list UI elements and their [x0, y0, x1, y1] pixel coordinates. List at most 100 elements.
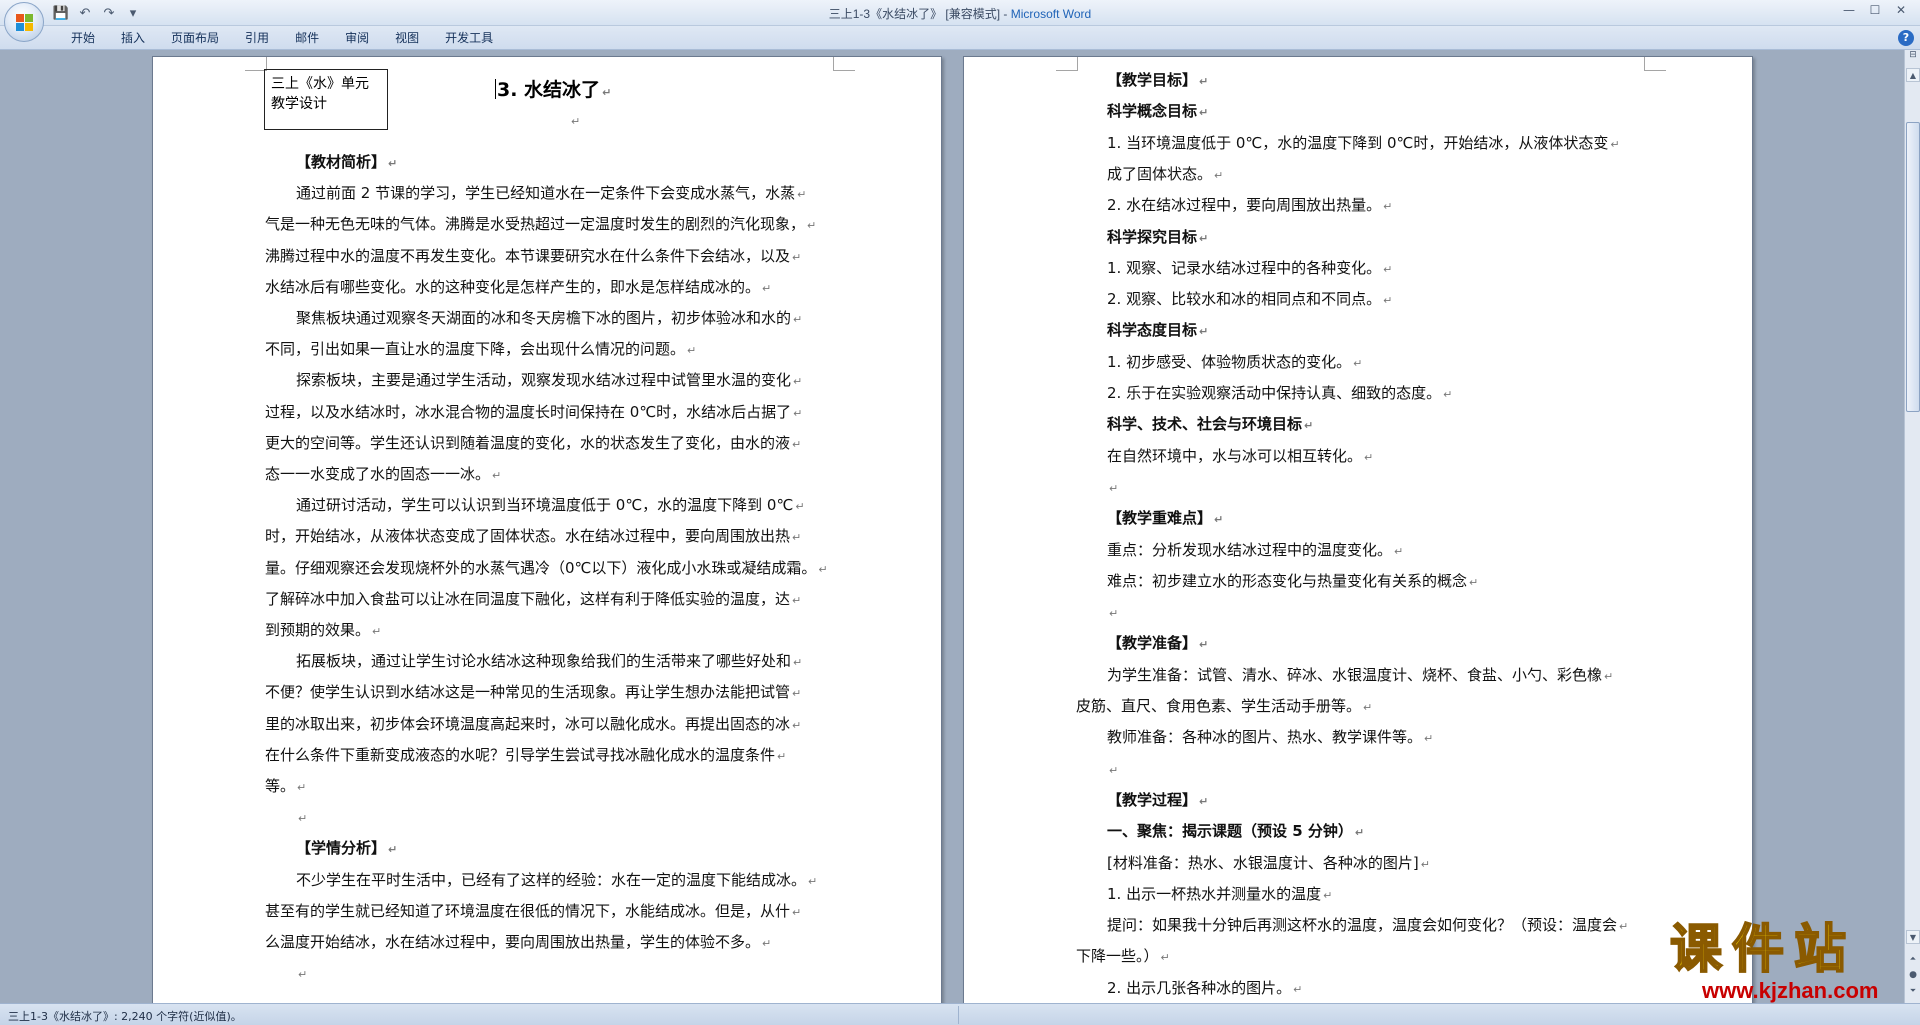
body-text-line: 2. 出示几张各种冰的图片。 ↵: [1107, 973, 1302, 1003]
body-text-line: 1. 观察、记录水结冰过程中的各种变化。 ↵: [1107, 253, 1392, 285]
paragraph-mark: ↵: [762, 281, 772, 295]
tab-references[interactable]: 引用: [232, 30, 282, 46]
document-page-right[interactable]: 【教学目标】 ↵ 科学概念目标 ↵ 1. 当环境温度低于 0℃，水的温度下降到 0℃时，…: [963, 56, 1753, 1003]
body-text-line: 教师准备：各种冰的图片、热水、教学课件等。 ↵: [1107, 722, 1433, 754]
body-text-line: 在自然环境中，水与冰可以相互转化。 ↵: [1107, 441, 1373, 473]
tab-page-layout[interactable]: 页面布局: [158, 30, 232, 46]
body-text-line: 更大的空间等。学生还认识到随着温度的变化，水的状态发生了变化，由水的液 ↵: [265, 428, 801, 460]
body-text-line: 不同，引出如果一直让水的温度下降，会出现什么情况的问题。 ↵: [265, 334, 696, 366]
line-text: [材料准备：热水、水银温度计、各种冰的图片]: [1107, 853, 1419, 872]
paragraph-mark: ↵: [792, 905, 802, 919]
heading-line: 【教学准备】 ↵: [1107, 628, 1208, 660]
document-page-left[interactable]: 三上《水》单元 教学设计 3. 水结冰了 ↵ ↵ 【教材简析】 ↵ 通过前面 2 节课…: [152, 56, 942, 1003]
paragraph-mark: ↵: [808, 874, 818, 888]
ruler-toggle-icon[interactable]: ⊟: [1906, 50, 1920, 64]
paragraph-mark: ↵: [1214, 168, 1224, 182]
line-text: 不同，引出如果一直让水的温度下降，会出现什么情况的问题。: [265, 340, 686, 359]
tab-developer[interactable]: 开发工具: [432, 30, 506, 46]
status-bar: 三上1-3《水结冰了》: 2,240 个字符(近似值)。: [0, 1003, 1920, 1025]
scrollbar-thumb[interactable]: [1906, 122, 1920, 412]
body-text-line: 么温度开始结冰，水在结冰过程中，要向周围放出热量，学生的体验不多。 ↵: [265, 927, 771, 959]
paragraph-mark: ↵: [793, 313, 803, 326]
body-text-line: 探索板块，主要是通过学生活动，观察发现水结冰过程中试管里水温的变化 ↵: [296, 365, 802, 397]
minimize-button[interactable]: —: [1836, 0, 1862, 20]
paragraph-mark: ↵: [297, 781, 307, 794]
paragraph-mark: ↵: [1383, 294, 1393, 308]
line-text: 下降一些。）: [1076, 947, 1159, 966]
line-text: 态一一水变成了水的固态一一冰。: [265, 465, 491, 483]
body-text-line: 沸腾过程中水的温度不再发生变化。本节课要研究水在什么条件下会结冰，以及 ↵: [265, 241, 801, 273]
paragraph-mark: ↵: [1293, 982, 1303, 996]
line-text: 时，开始结冰，从液体状态变成了固体状态。水在结冰过程中，要向周围放出热: [265, 527, 791, 546]
body-text-line: 拓展板块，通过让学生讨论水结冰这种现象给我们的生活带来了哪些好处和 ↵: [296, 646, 802, 678]
paragraph-mark: ↵: [797, 188, 807, 202]
tab-view[interactable]: 视图: [382, 30, 432, 46]
paragraph-mark: ↵: [792, 531, 802, 545]
paragraph-mark: ↵: [818, 562, 828, 576]
scroll-down-icon[interactable]: ▼: [1906, 930, 1920, 944]
heading-line: 科学探究目标 ↵: [1107, 222, 1208, 254]
status-word-count[interactable]: 三上1-3《水结冰了》: 2,240 个字符(近似值)。: [8, 1008, 242, 1024]
heading-line: 一、聚焦：揭示课题（预设 5 分钟） ↵: [1107, 816, 1364, 848]
close-button[interactable]: ✕: [1888, 0, 1914, 20]
line-text: 教师准备：各种冰的图片、热水、教学课件等。: [1107, 728, 1423, 747]
paragraph-mark: ↵: [1443, 388, 1453, 401]
previous-page-icon[interactable]: ⏶: [1906, 952, 1920, 966]
heading-line: 科学、技术、社会与环境目标 ↵: [1107, 409, 1313, 441]
vertical-scrollbar[interactable]: ⊟ ▲ ▼ ⏶ ● ⏷: [1904, 50, 1920, 1003]
paragraph-mark: ↵: [1109, 481, 1119, 495]
paragraph-mark: ↵: [1364, 450, 1374, 464]
line-text: 到预期的效果。: [265, 621, 371, 639]
lesson-title: 3. 水结冰了 ↵: [495, 79, 612, 101]
body-text-line: ↵: [1107, 597, 1118, 629]
header-text-box[interactable]: 三上《水》单元 教学设计: [264, 69, 388, 130]
line-text: 2. 水在结冰过程中，要向周围放出热量。: [1107, 196, 1382, 215]
tab-review[interactable]: 审阅: [332, 30, 382, 46]
title-bar: 💾 ↶ ↷ ▾ 三上1-3《水结冰了》 [兼容模式] - Microsoft W…: [0, 0, 1920, 26]
scroll-up-icon[interactable]: ▲: [1906, 68, 1920, 82]
next-page-icon[interactable]: ⏷: [1906, 984, 1920, 998]
line-text: 难点：初步建立水的形态变化与热量变化有关系的概念: [1107, 571, 1468, 590]
line-text: 【学情分析】: [296, 839, 387, 858]
paragraph-mark: ↵: [792, 718, 802, 732]
paragraph-mark: ↵: [793, 406, 803, 420]
line-text: 为学生准备：试管、清水、碎冰、水银温度计、烧杯、食盐、小勺、彩色橡: [1107, 665, 1603, 684]
body-text-line: 聚焦板块通过观察冬天湖面的冰和冬天房檐下冰的图片，初步体验冰和水的 ↵: [296, 303, 802, 335]
body-text-line: 里的冰取出来，初步体会环境温度高起来时，冰可以融化成水。再提出固态的冰 ↵: [265, 709, 801, 741]
paragraph-mark: ↵: [1383, 200, 1393, 214]
line-text: 更大的空间等。学生还认识到随着温度的变化，水的状态发生了变化，由水的液: [265, 433, 791, 452]
line-text: 1. 初步感受、体验物质状态的变化。: [1107, 352, 1352, 371]
body-text-line: 通过前面 2 节课的学习，学生已经知道水在一定条件下会变成水蒸气，水蒸 ↵: [296, 178, 806, 210]
tab-home[interactable]: 开始: [58, 30, 108, 46]
document-area[interactable]: 三上《水》单元 教学设计 3. 水结冰了 ↵ ↵ 【教材简析】 ↵ 通过前面 2 节课…: [0, 50, 1904, 1003]
maximize-button[interactable]: ☐: [1862, 0, 1888, 20]
paragraph-mark: ↵: [795, 500, 805, 514]
line-text: 水结冰后有哪些变化。水的这种变化是怎样产生的，即水是怎样结成冰的。: [265, 277, 761, 296]
paragraph-mark: ↵: [1199, 638, 1209, 652]
office-button[interactable]: [4, 2, 44, 42]
ribbon-tabs: 开始 插入 页面布局 引用 邮件 审阅 视图 开发工具: [58, 30, 506, 46]
paragraph-mark: ↵: [298, 812, 308, 826]
help-button[interactable]: ?: [1898, 30, 1914, 46]
select-browse-object-icon[interactable]: ●: [1906, 968, 1920, 982]
body-text-line: 水结冰后有哪些变化。水的这种变化是怎样产生的，即水是怎样结成冰的。 ↵: [265, 272, 771, 304]
paragraph-mark: ↵: [388, 843, 398, 857]
line-text: 2. 观察、比较水和冰的相同点和不同点。: [1107, 290, 1382, 309]
line-text: 了解碎冰中加入食盐可以让冰在同温度下融化，这样有利于降低实验的温度，达: [265, 589, 791, 608]
body-text-line: 1. 出示一杯热水并测量水的温度 ↵: [1107, 879, 1332, 911]
body-text-line: 气是一种无色无味的气体。沸腾是水受热超过一定温度时发生的剧烈的汽化现象， ↵: [265, 209, 816, 241]
heading-line: 【教学过程】 ↵: [1107, 785, 1208, 817]
line-text: 提问：如果我十分钟后再测这杯水的温度，温度会如何变化？（预设：温度会: [1107, 916, 1618, 935]
paragraph-mark: ↵: [388, 157, 398, 170]
line-text: 探索板块，主要是通过学生活动，观察发现水结冰过程中试管里水温的变化: [296, 371, 792, 390]
tab-mailings[interactable]: 邮件: [282, 30, 332, 46]
tab-insert[interactable]: 插入: [108, 30, 158, 46]
line-text: 皮筋、直尺、食用色素、学生活动手册等。: [1076, 697, 1362, 715]
heading-line: 【学情分析】 ↵: [296, 833, 397, 865]
line-text: 科学探究目标: [1107, 227, 1198, 246]
paragraph-mark: ↵: [1383, 262, 1393, 276]
paragraph-mark: ↵: [792, 437, 802, 451]
body-text-line: ↵: [1107, 472, 1118, 504]
paragraph-mark: ↵: [1199, 794, 1209, 808]
watermark-title: 课件站: [1669, 919, 1857, 981]
